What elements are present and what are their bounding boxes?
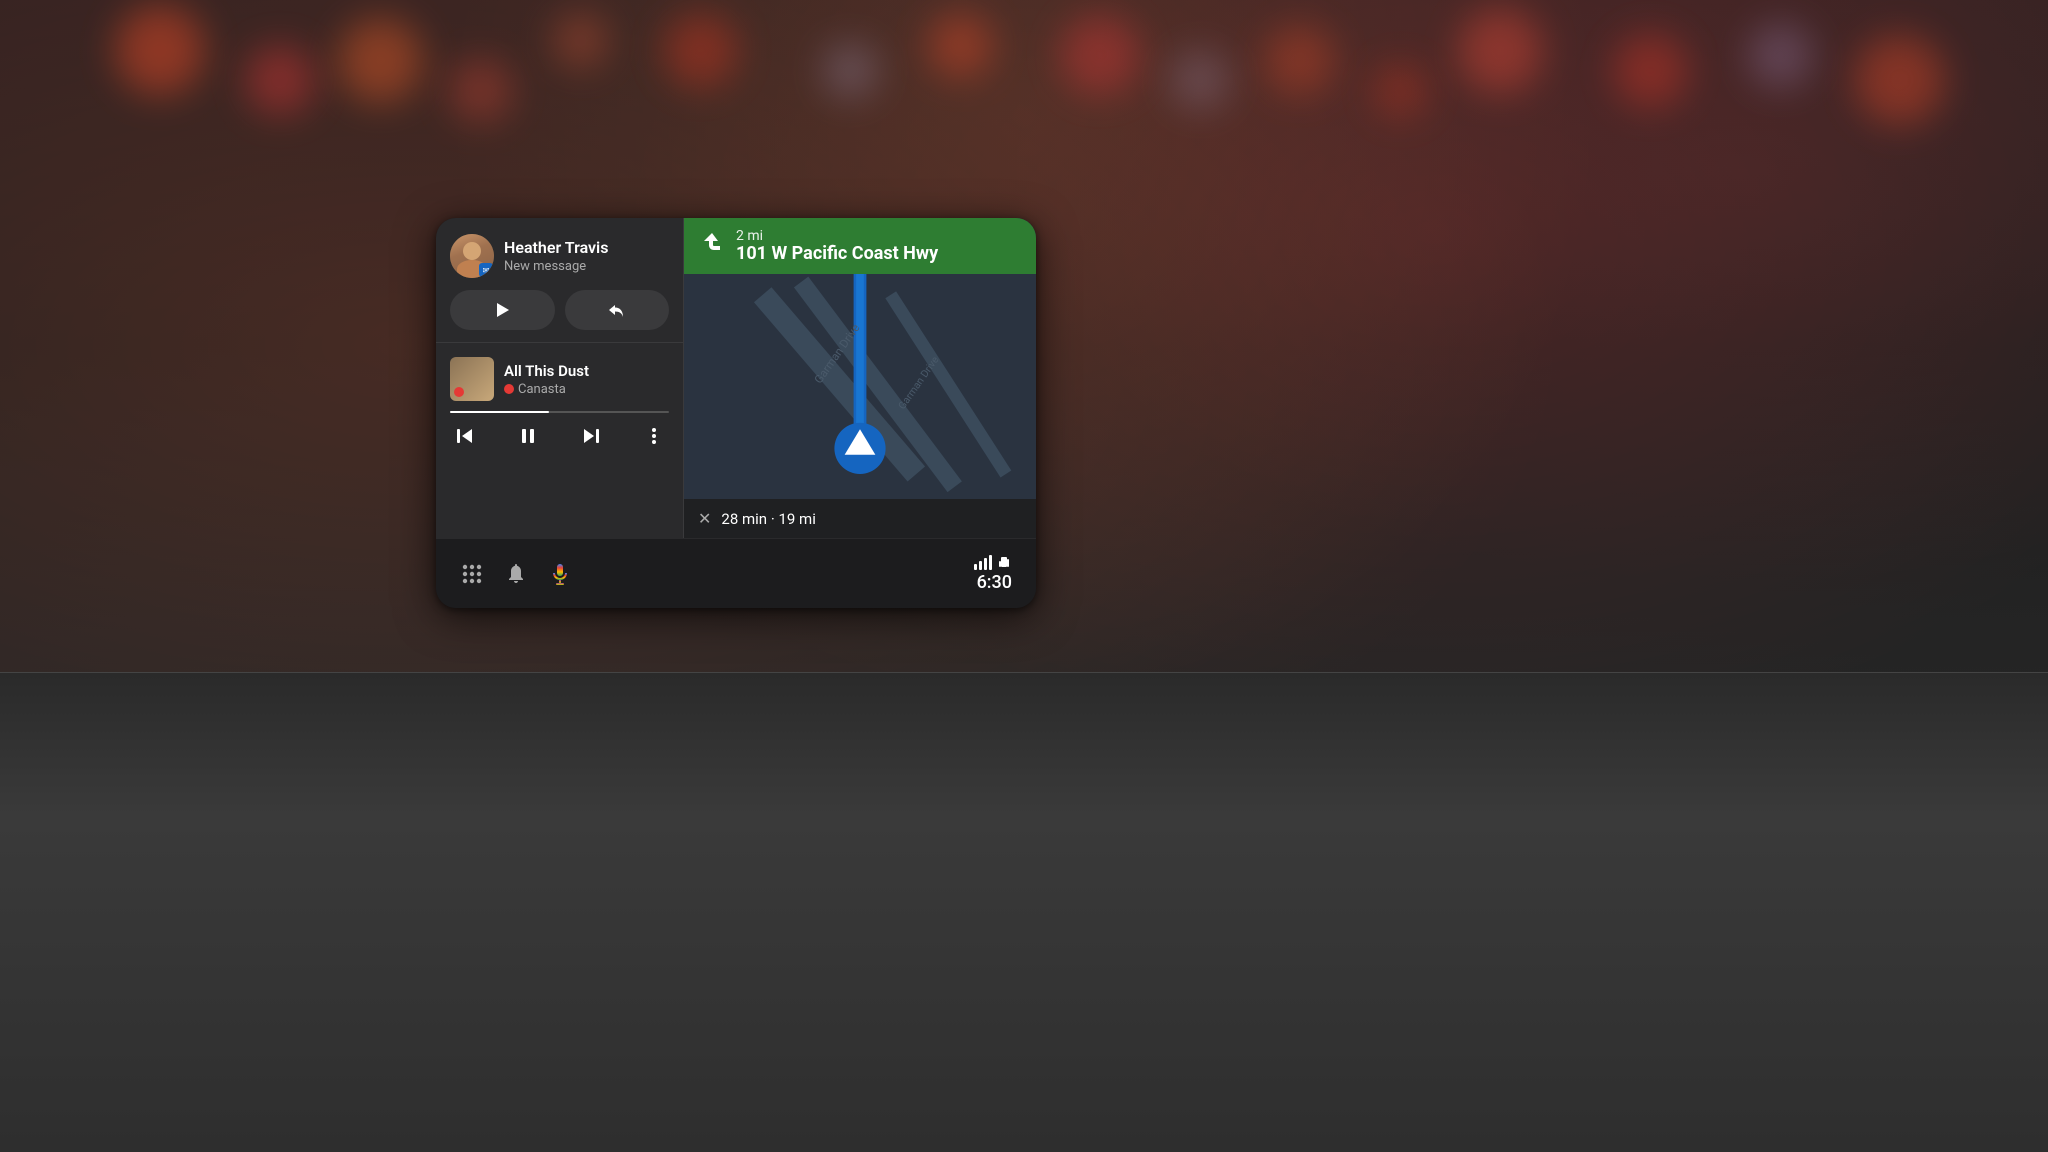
- nav-header: 2 mi 101 W Pacific Coast Hwy: [684, 218, 1036, 274]
- wifi-icon: [996, 555, 1012, 569]
- signal-bar-4: [989, 555, 992, 570]
- turn-arrow-icon: [698, 229, 726, 262]
- skip-next-button[interactable]: [576, 421, 606, 451]
- message-badge: ✉: [479, 263, 493, 277]
- bokeh-light: [823, 43, 878, 98]
- bokeh-light: [1748, 23, 1813, 88]
- record-dot: [504, 384, 514, 394]
- progress-fill: [450, 411, 549, 413]
- track-name: All This Dust: [504, 362, 669, 380]
- time-display: 6:30: [977, 572, 1012, 593]
- bokeh-light: [1265, 25, 1335, 95]
- dashboard-surface: [0, 672, 2048, 1152]
- reply-button[interactable]: [565, 290, 670, 330]
- signal-bar-1: [974, 564, 977, 570]
- artist-name: Canasta: [504, 382, 669, 397]
- bokeh-light: [1373, 63, 1428, 118]
- bokeh-light: [245, 45, 315, 115]
- pause-button[interactable]: [513, 421, 543, 451]
- eta-bar: ✕ 28 min · 19 mi: [684, 499, 1036, 538]
- message-header: ✉ Heather Travis New message: [450, 234, 669, 278]
- music-header: All This Dust Canasta: [450, 357, 669, 401]
- bokeh-light: [115, 5, 205, 95]
- music-card: All This Dust Canasta: [436, 343, 683, 538]
- bokeh-light: [1613, 33, 1688, 108]
- bottom-left-icons: [460, 562, 572, 586]
- nav-street: 101 W Pacific Coast Hwy: [736, 244, 1022, 264]
- message-text-info: Heather Travis New message: [504, 238, 669, 274]
- album-art: [450, 357, 494, 401]
- bokeh-light: [1060, 15, 1140, 95]
- progress-bar: [450, 411, 669, 413]
- music-info: All This Dust Canasta: [504, 362, 669, 397]
- bokeh-light: [1170, 50, 1230, 110]
- message-subtitle: New message: [504, 259, 669, 274]
- bokeh-light: [928, 13, 993, 78]
- bottom-bar: 6:30: [436, 538, 1036, 608]
- notifications-button[interactable]: [504, 562, 528, 586]
- android-auto-screen: ✉ Heather Travis New message: [436, 218, 1036, 608]
- signal-bars: [974, 555, 992, 570]
- bokeh-light: [553, 13, 608, 68]
- microphone-button[interactable]: [548, 562, 572, 586]
- screen-body: ✉ Heather Travis New message: [436, 218, 1036, 538]
- bokeh-light: [448, 58, 513, 123]
- left-panel: ✉ Heather Travis New message: [436, 218, 684, 538]
- bokeh-light: [663, 13, 738, 88]
- bottom-right-status: 6:30: [974, 555, 1012, 593]
- signal-bar-3: [984, 558, 987, 570]
- message-badge-icon: ✉: [483, 266, 490, 275]
- avatar: ✉: [450, 234, 494, 278]
- nav-info: 2 mi 101 W Pacific Coast Hwy: [736, 228, 1022, 264]
- signal-bar-2: [979, 561, 982, 570]
- message-actions: [450, 290, 669, 330]
- sender-name: Heather Travis: [504, 238, 669, 257]
- bokeh-light: [1855, 35, 1945, 125]
- message-card: ✉ Heather Travis New message: [436, 218, 683, 343]
- eta-text: 28 min · 19 mi: [721, 510, 815, 528]
- apps-button[interactable]: [460, 562, 484, 586]
- play-button[interactable]: [450, 290, 555, 330]
- skip-prev-button[interactable]: [450, 421, 480, 451]
- map-panel[interactable]: Garman Drive Garman Drive 2 mi 101 W Pac…: [684, 218, 1036, 538]
- music-controls: [450, 421, 669, 451]
- nav-distance: 2 mi: [736, 228, 1022, 244]
- more-options-button[interactable]: [639, 421, 669, 451]
- bokeh-light: [1458, 8, 1543, 93]
- eta-close-button[interactable]: ✕: [698, 509, 711, 528]
- bokeh-light: [338, 18, 423, 103]
